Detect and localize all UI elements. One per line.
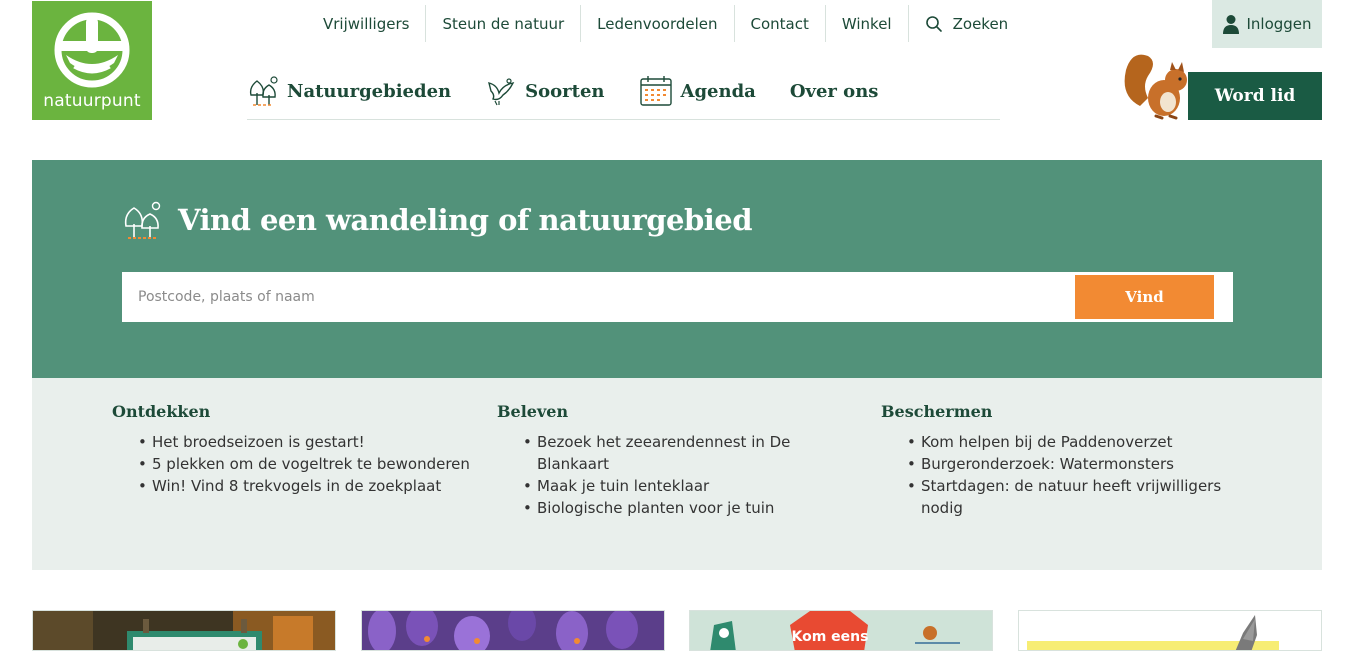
list-item[interactable]: Burgeronderzoek: Watermonsters [907,453,1241,475]
nav-natuurgebieden[interactable]: Natuurgebieden [247,71,451,111]
topnav-steun-de-natuur[interactable]: Steun de natuur [425,5,580,42]
user-icon [1223,15,1240,34]
illustration-kom-eens: Kom eens [690,611,992,650]
card-kom-eens-text: Kom eens [792,629,869,645]
search-icon [925,15,942,32]
login-button[interactable]: Inloggen [1212,0,1322,48]
nav-agenda-label: Agenda [680,80,756,102]
card-crocus[interactable] [361,610,665,651]
trees-icon [249,76,278,106]
list-item[interactable]: Biologische planten voor je tuin [523,497,857,519]
vind-button[interactable]: Vind [1075,275,1214,319]
forest-sign-photo [33,611,335,650]
column-beschermen: Beschermen Kom helpen bij de Paddenoverz… [881,402,1241,519]
hero-title-row: Vind een wandeling of natuurgebied [122,200,753,240]
column-heading: Ontdekken [112,402,211,421]
search-link-label: Zoeken [952,14,1009,33]
nav-soorten[interactable]: Soorten [485,71,605,111]
nav-agenda[interactable]: Agenda [639,71,756,111]
trees-icon [124,201,161,239]
link-list: Bezoek het zeearendennest in De Blankaar… [497,431,857,519]
topnav-contact[interactable]: Contact [733,5,825,42]
topnav-ledenvoordelen[interactable]: Ledenvoordelen [580,5,733,42]
topnav-vrijwilligers[interactable]: Vrijwilligers [307,5,425,42]
natuurpunt-logo[interactable]: natuurpunt [32,1,152,120]
card-kom-eens[interactable]: Kom eens [689,610,993,651]
search-link[interactable]: Zoeken [907,5,1025,42]
column-beleven: Beleven Bezoek het zeearendennest in De … [497,402,857,519]
link-list: Het broedseizoen is gestart! 5 plekken o… [112,431,472,497]
column-heading: Beleven [497,402,569,421]
logo-text: natuurpunt [43,91,141,111]
column-ontdekken: Ontdekken Het broedseizoen is gestart! 5… [112,402,472,497]
list-item[interactable]: Startdagen: de natuur heeft vrijwilliger… [907,475,1241,519]
login-label: Inloggen [1246,15,1312,33]
link-list: Kom helpen bij de Paddenoverzet Burgeron… [881,431,1241,519]
nav-over-ons-label: Over ons [789,80,879,102]
column-heading: Beschermen [881,402,993,421]
list-item[interactable]: Het broedseizoen is gestart! [138,431,472,453]
card-forest-sign[interactable] [32,610,336,651]
word-lid-button[interactable]: Word lid [1188,72,1322,120]
nav-over-ons[interactable]: Over ons [790,71,879,111]
nav-natuurgebieden-label: Natuurgebieden [287,80,452,102]
main-nav: Natuurgebieden Soorten Agenda Over ons [247,71,1000,120]
list-item[interactable]: Win! Vind 8 trekvogels in de zoekplaat [138,475,472,497]
list-item[interactable]: 5 plekken om de vogeltrek te bewonderen [138,453,472,475]
hero-search-box: Vind [122,272,1233,322]
hero-title: Vind een wandeling of natuurgebied [178,203,753,237]
hero-search-input[interactable] [122,272,1075,322]
top-utility-nav: Vrijwilligers Steun de natuur Ledenvoord… [307,5,1024,42]
bird-icon [488,78,515,106]
quick-links-section: Ontdekken Het broedseizoen is gestart! 5… [32,378,1322,570]
calendar-icon [639,76,672,106]
topnav-winkel[interactable]: Winkel [824,5,908,42]
hero-search-section: Vind een wandeling of natuurgebied Vind [32,160,1322,378]
bird-wing-photo [1019,611,1321,650]
nav-soorten-label: Soorten [525,80,605,102]
list-item[interactable]: Maak je tuin lenteklaar [523,475,857,497]
crocus-flowers-photo [362,611,664,650]
list-item[interactable]: Bezoek het zeearendennest in De Blankaar… [523,431,857,475]
list-item[interactable]: Kom helpen bij de Paddenoverzet [907,431,1241,453]
logo-emblem-icon [54,12,130,88]
squirrel-illustration [1124,54,1187,120]
article-cards: Kom eens [32,610,1322,651]
card-bird-wing[interactable] [1018,610,1322,651]
